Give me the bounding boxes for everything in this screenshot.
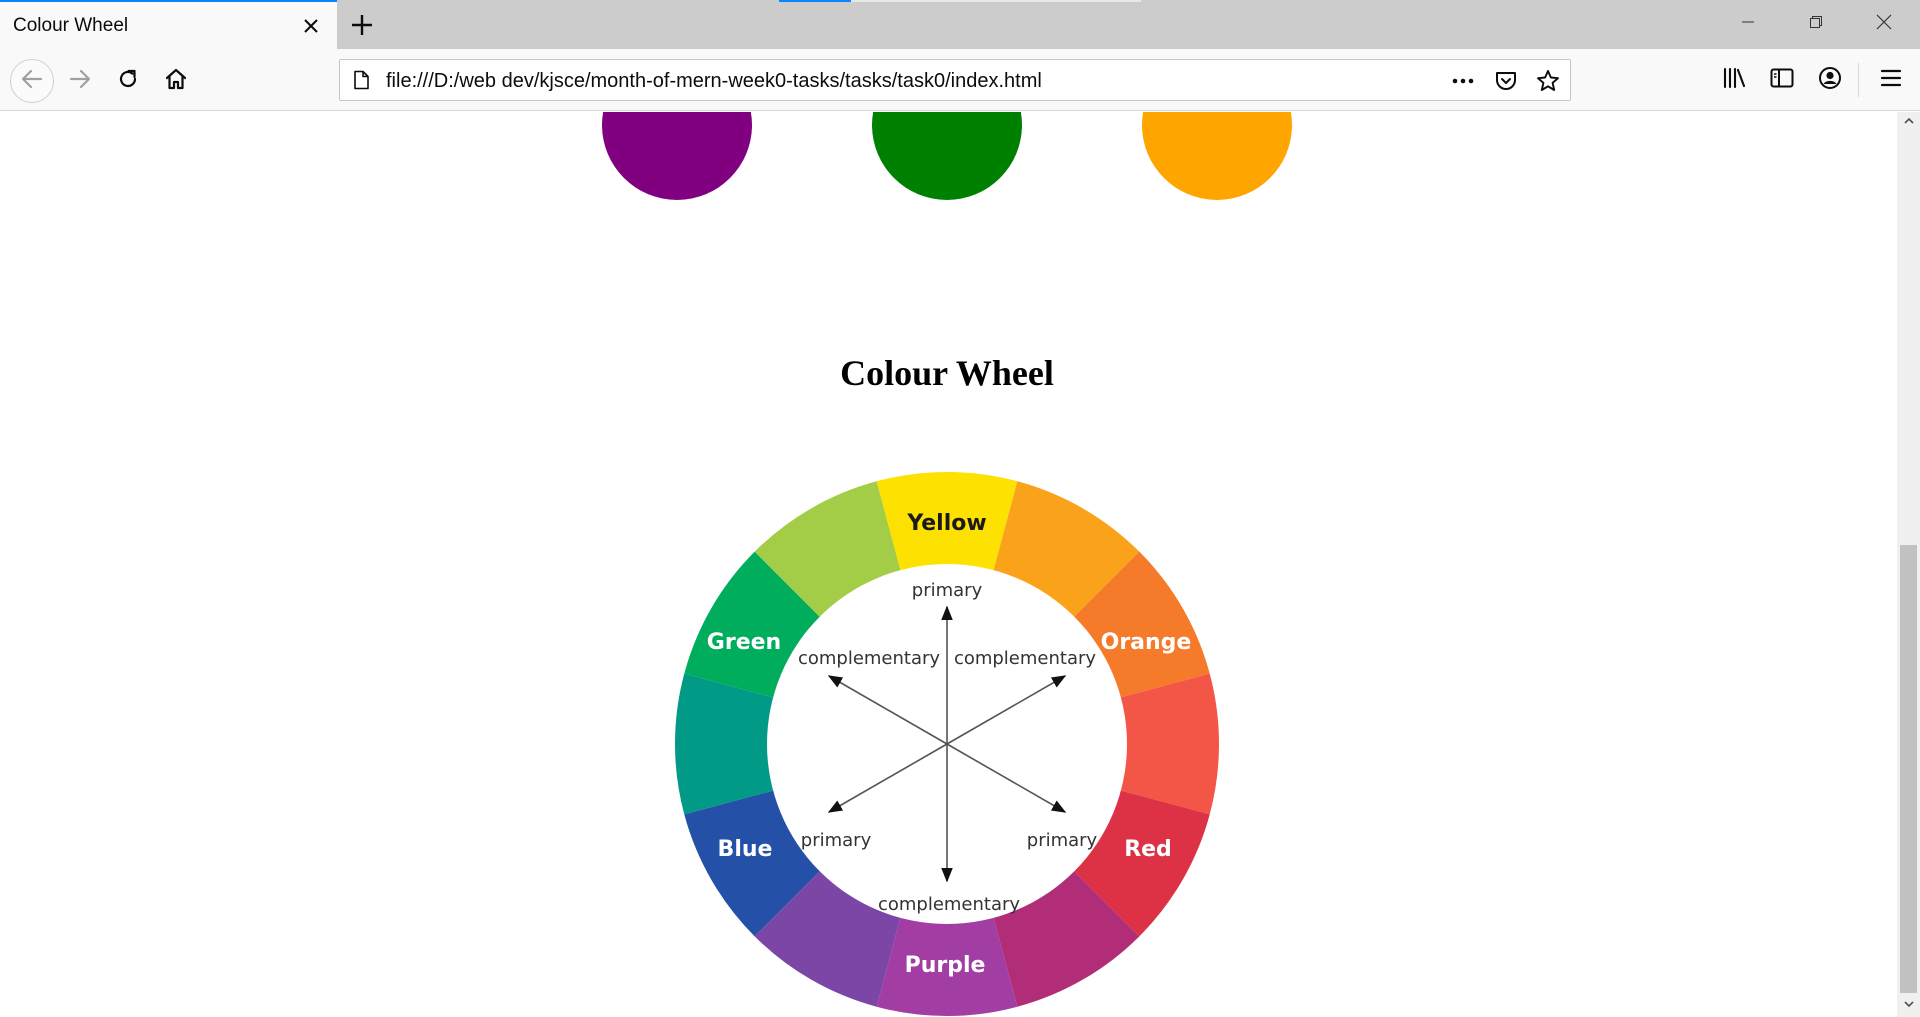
account-button[interactable]: [1814, 64, 1846, 96]
green-circle: [872, 112, 1022, 200]
colour-wheel-image: primary complementary complementary prim…: [675, 472, 1219, 1016]
minimize-icon: [1740, 14, 1756, 35]
page-icon: [350, 69, 372, 91]
label-complementary-left: complementary: [798, 648, 940, 669]
scroll-down-button[interactable]: [1897, 995, 1920, 1017]
back-arrow-icon: [19, 66, 45, 97]
library-icon: [1720, 64, 1748, 97]
tab-hover-indicator: [851, 0, 1141, 2]
chevron-down-icon: [1903, 997, 1915, 1015]
reload-icon: [115, 66, 141, 97]
sidebar-icon: [1768, 64, 1796, 97]
vertical-scrollbar[interactable]: [1897, 112, 1920, 1017]
more-dots-icon[interactable]: [1450, 68, 1476, 94]
restore-icon: [1808, 14, 1824, 35]
label-green: Green: [707, 630, 781, 655]
url-text[interactable]: file:///D:/web dev/kjsce/month-of-mern-w…: [386, 70, 1042, 93]
restore-button[interactable]: [1782, 0, 1850, 49]
back-button[interactable]: [10, 59, 54, 103]
navigation-toolbar: file:///D:/web dev/kjsce/month-of-mern-w…: [0, 49, 1920, 111]
close-window-button[interactable]: [1850, 0, 1918, 49]
pocket-icon[interactable]: [1493, 68, 1519, 94]
library-button[interactable]: [1718, 64, 1750, 96]
label-complementary-bottom: complementary: [878, 894, 1020, 915]
page-viewport: Colour Wheel primary complementary compl…: [0, 112, 1897, 1017]
close-icon[interactable]: [300, 15, 322, 37]
star-icon[interactable]: [1535, 68, 1561, 94]
tab-colour-wheel[interactable]: Colour Wheel: [0, 0, 337, 49]
hamburger-menu-icon: [1878, 65, 1904, 96]
wheel-segment: [1118, 673, 1219, 815]
orange-circle: [1142, 112, 1292, 200]
label-purple: Purple: [905, 953, 986, 978]
sidebar-button[interactable]: [1766, 64, 1798, 96]
toolbar-separator: [1858, 63, 1859, 97]
label-blue: Blue: [718, 837, 773, 862]
tab-title: Colour Wheel: [13, 15, 129, 36]
label-primary-top: primary: [912, 580, 983, 601]
chevron-up-icon: [1903, 114, 1915, 132]
close-window-icon: [1875, 13, 1893, 36]
scrollbar-thumb[interactable]: [1900, 545, 1917, 993]
purple-circle: [602, 112, 752, 200]
address-bar[interactable]: file:///D:/web dev/kjsce/month-of-mern-w…: [339, 59, 1571, 101]
plus-icon[interactable]: [348, 11, 376, 39]
label-primary-left: primary: [801, 830, 872, 851]
label-primary-right: primary: [1027, 830, 1098, 851]
label-red: Red: [1124, 837, 1172, 862]
menu-button[interactable]: [1875, 64, 1907, 96]
forward-arrow-icon: [67, 66, 93, 97]
tab-strip: Colour Wheel: [0, 0, 1920, 49]
home-button[interactable]: [156, 61, 196, 101]
forward-button[interactable]: [60, 61, 100, 101]
home-icon: [163, 66, 189, 97]
reload-button[interactable]: [108, 61, 148, 101]
label-orange: Orange: [1101, 630, 1192, 655]
wheel-segment: [675, 673, 776, 815]
scroll-up-button[interactable]: [1897, 112, 1920, 134]
label-complementary-right: complementary: [954, 648, 1096, 669]
tab-loading-indicator: [779, 0, 851, 2]
account-icon: [1816, 64, 1844, 97]
minimize-button[interactable]: [1714, 0, 1782, 49]
label-yellow: Yellow: [906, 511, 986, 536]
page-title: Colour Wheel: [840, 353, 1054, 393]
